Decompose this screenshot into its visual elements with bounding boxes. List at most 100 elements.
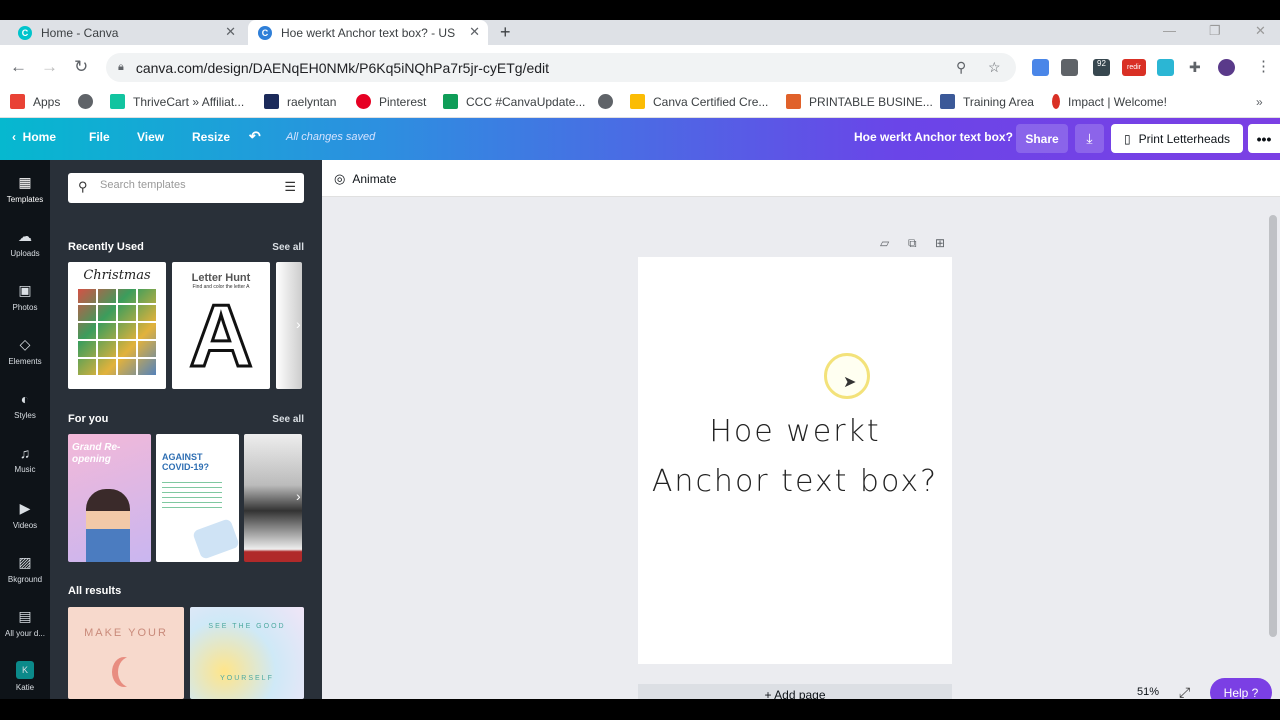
all-results-heading: All results xyxy=(68,585,122,597)
mouse-pointer-icon: ➤ xyxy=(843,374,857,391)
canva-favicon-icon: C xyxy=(258,25,272,40)
url-text: canva.com/design/DAENqEH0NMk/P6Kq5iNQhPa… xyxy=(135,59,550,76)
bookmark-globe[interactable] xyxy=(78,94,101,109)
back-arrow-icon[interactable]: ← xyxy=(10,57,27,77)
rail-uploads[interactable]: ☁ Uploads xyxy=(0,228,50,258)
more-bookmarks-icon[interactable]: » xyxy=(1256,95,1263,109)
tab-title: Home - Canva xyxy=(41,25,119,40)
rail-videos[interactable]: ▶ Videos xyxy=(0,500,50,530)
bookmark-canva-certified[interactable]: Canva Certified Cre... xyxy=(630,94,768,109)
template-thumb-covid[interactable]: AGAINST COVID-19? xyxy=(156,434,239,562)
folder-icon: ▤ xyxy=(18,608,32,624)
print-letterheads-button[interactable]: ▯ Print Letterheads xyxy=(1111,124,1243,153)
rail-photos[interactable]: ▣ Photos xyxy=(0,282,50,312)
bookmark-raelyntan[interactable]: raelyntan xyxy=(264,94,336,109)
text-line: Hoe werkt xyxy=(709,414,881,449)
file-menu[interactable]: File xyxy=(89,130,110,144)
share-button[interactable]: Share xyxy=(1016,124,1068,153)
download-icon[interactable]: ⤓ xyxy=(1075,124,1104,153)
zoom-magnifier-icon[interactable]: ⚲ xyxy=(956,59,966,76)
anchor-text-box[interactable]: Hoe werkt Anchor text box? xyxy=(638,407,952,507)
recently-used-heading: Recently Used xyxy=(68,241,144,253)
fullscreen-icon[interactable]: ⤢ xyxy=(1179,684,1190,699)
close-icon[interactable]: ✕ xyxy=(225,24,236,40)
puzzle-extensions-icon[interactable]: ✚ xyxy=(1189,59,1206,76)
design-title[interactable]: Hoe werkt Anchor text box? xyxy=(854,130,1013,144)
close-window-icon[interactable]: ✕ xyxy=(1255,23,1266,39)
wing-extension-icon[interactable] xyxy=(1157,59,1174,76)
chevron-right-icon[interactable]: › xyxy=(296,316,301,332)
url-omnibox[interactable]: 🔒︎ canva.com/design/DAENqEH0NMk/P6Kq5iNQ… xyxy=(106,53,1016,82)
maximize-icon[interactable]: ❐ xyxy=(1209,23,1221,39)
bookmark-impact[interactable]: Impact | Welcome! xyxy=(1052,94,1167,109)
rail-background[interactable]: ▨ Bkground xyxy=(0,554,50,584)
canva-top-bar: ‹ Home File View Resize ↶ All changes sa… xyxy=(0,118,1280,160)
side-rail: ▦ Templates ☁ Uploads ▣ Photos ◇ Elements ◐ S… xyxy=(0,160,50,699)
design-page[interactable]: Hoe werkt Anchor text box? xyxy=(638,257,952,664)
view-menu[interactable]: View xyxy=(137,130,164,144)
bookmark-printable[interactable]: PRINTABLE BUSINE... xyxy=(786,94,933,109)
search-input[interactable] xyxy=(100,179,270,191)
zoom-level[interactable]: 51% xyxy=(1137,686,1159,698)
home-button[interactable]: ‹ Home xyxy=(12,130,56,144)
rail-styles[interactable]: ◐ Styles xyxy=(0,391,50,420)
template-thumb-photo-collage[interactable] xyxy=(244,434,302,562)
video-icon: ▶ xyxy=(19,500,31,516)
close-icon[interactable]: ✕ xyxy=(469,24,480,40)
add-page-button[interactable]: + Add page xyxy=(638,684,952,699)
animate-button[interactable]: ◎ Animate xyxy=(334,171,396,187)
template-thumb-christmas[interactable]: Christmas xyxy=(68,262,166,389)
undo-icon[interactable]: ↶ xyxy=(249,128,261,145)
canva-favicon-icon: C xyxy=(18,25,32,40)
bookmark-thrivecart[interactable]: ThriveCart » Affiliat... xyxy=(110,94,244,109)
chevron-right-icon[interactable]: › xyxy=(296,488,301,504)
rail-all-your-designs[interactable]: ▤ All your d... xyxy=(0,608,50,638)
tab-design[interactable]: C Hoe werkt Anchor text box? - US ✕ xyxy=(248,20,488,45)
music-note-icon: ♫ xyxy=(19,445,31,461)
template-thumb-letter-hunt[interactable]: Letter Hunt Find and color the letter A … xyxy=(172,262,270,389)
resize-button[interactable]: Resize xyxy=(192,130,230,144)
badge-92-extension-icon[interactable]: 92 xyxy=(1093,59,1110,76)
thumb-title: Grand Re-opening xyxy=(72,442,121,465)
template-thumb-see-good[interactable]: SEE THE GOOD YOURSELF xyxy=(190,607,304,699)
template-thumb-make-your[interactable]: MAKE YOUR xyxy=(68,607,184,699)
rail-elements[interactable]: ◇ Elements xyxy=(0,336,50,366)
bookmark-apps[interactable]: Apps xyxy=(10,94,60,109)
profile-avatar-icon[interactable] xyxy=(1218,59,1235,76)
see-all-for-you-link[interactable]: See all xyxy=(272,414,304,425)
rail-templates[interactable]: ▦ Templates xyxy=(0,174,50,204)
bookmark-star-icon[interactable]: ☆ xyxy=(988,59,1001,76)
rail-account[interactable]: K Katie xyxy=(0,661,50,692)
rail-music[interactable]: ♫ Music xyxy=(0,445,50,474)
vertical-scrollbar[interactable] xyxy=(1269,215,1277,637)
bookmarks-bar: Apps ThriveCart » Affiliat... raelyntan … xyxy=(0,90,1280,118)
forward-arrow-icon[interactable]: → xyxy=(41,57,58,77)
save-status: All changes saved xyxy=(286,131,376,143)
eyedropper-extension-icon[interactable] xyxy=(1032,59,1049,76)
reload-icon[interactable]: ↻ xyxy=(74,57,88,77)
elements-icon: ◇ xyxy=(19,336,31,352)
redir-extension-icon[interactable]: redir xyxy=(1122,59,1146,76)
bookmark-training-area[interactable]: Training Area xyxy=(940,94,1034,109)
tab-title: Hoe werkt Anchor text box? - US xyxy=(281,25,456,40)
duplicate-page-icon[interactable]: ⧉ xyxy=(908,236,917,251)
kebab-menu-icon[interactable]: ⋮ xyxy=(1256,57,1271,75)
bookmark-pinterest[interactable]: Pinterest xyxy=(356,94,426,109)
editor-toolbar: ◎ Animate xyxy=(322,160,1280,197)
notes-icon[interactable]: ▱ xyxy=(880,236,889,250)
filter-sliders-icon[interactable]: ☰ xyxy=(284,179,296,195)
more-options-button[interactable]: ••• xyxy=(1248,124,1280,153)
minimize-icon[interactable]: — xyxy=(1163,23,1176,38)
see-all-recent-link[interactable]: See all xyxy=(272,242,304,253)
templates-icon: ▦ xyxy=(18,174,32,190)
help-button[interactable]: Help ? xyxy=(1210,678,1272,699)
template-thumb-grand-reopening[interactable]: Grand Re-opening xyxy=(68,434,151,562)
add-page-icon[interactable]: ⊞ xyxy=(935,236,945,250)
tab-home-canva[interactable]: C Home - Canva ✕ xyxy=(8,20,244,45)
editor-workspace: ◎ Animate ▱ ⧉ ⊞ Hoe werkt Anchor text bo… xyxy=(322,160,1280,699)
new-tab-plus-icon[interactable]: + xyxy=(500,22,511,43)
bookmark-ccc[interactable]: CCC #CanvaUpdate... xyxy=(443,94,585,109)
facebook-extension-icon[interactable] xyxy=(1061,59,1078,76)
printable-icon xyxy=(786,94,801,109)
bookmark-globe-2[interactable] xyxy=(598,94,621,109)
